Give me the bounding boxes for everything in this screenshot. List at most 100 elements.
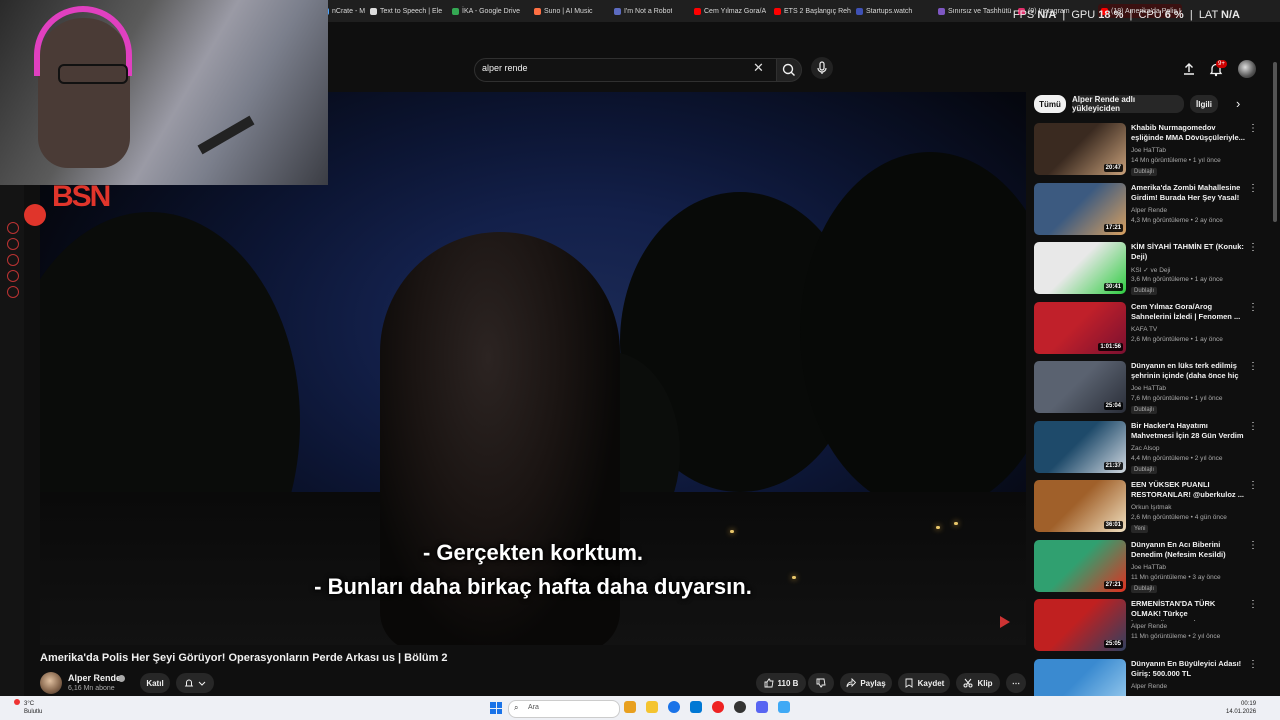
filter-chip[interactable]: İlgili — [1190, 95, 1218, 113]
recommended-video-title[interactable]: Khabib Nurmagomedov eşliğinde MMA Dövüşç… — [1131, 123, 1245, 143]
edge-icon[interactable] — [668, 701, 680, 713]
recommended-channel-name: KAFA TV — [1131, 325, 1158, 333]
like-button[interactable]: 110 B — [756, 673, 806, 693]
recommended-video-title[interactable]: Dünyanın en lüks terk edilmiş şehrinin i… — [1131, 361, 1245, 383]
avatar[interactable] — [40, 672, 62, 694]
recommended-video-title[interactable]: Bir Hacker'a Hayatımı Mahvetmesi İçin 28… — [1131, 421, 1245, 441]
video-thumbnail[interactable]: 21:37 — [1034, 420, 1126, 473]
browser-tab[interactable]: Sınırsız ve Tashhütü — [938, 4, 1011, 18]
more-options-icon[interactable]: ⋮ — [1248, 421, 1258, 432]
filter-chip[interactable]: Alper Rende adlı yükleyiciden — [1072, 95, 1184, 113]
browser-tab[interactable]: Text to Speech | Ele — [370, 4, 442, 18]
recommended-video[interactable]: 30:41 KİM SİYAHİ TAHMİN ET (Konuk: Deji) K… — [1034, 242, 1270, 298]
join-button[interactable]: Katıl — [140, 673, 170, 693]
video-thumbnail[interactable]: 36:01 — [1034, 480, 1126, 532]
recommended-video[interactable]: 27:21 Dünyanın En Acı Biberini Denedim (N… — [1034, 539, 1270, 596]
recommended-video[interactable]: 25:05 ERMENİSTAN'DA TÜRK OLMAK! Türkçe ko… — [1034, 599, 1270, 655]
more-options-icon[interactable]: ⋮ — [1248, 242, 1258, 253]
recommended-video[interactable]: 20:47 Khabib Nurmagomedov eşliğinde MMA D… — [1034, 123, 1270, 179]
video-thumbnail[interactable]: 30:41 — [1034, 242, 1126, 294]
more-options-icon[interactable]: ⋮ — [1248, 480, 1258, 491]
store-icon[interactable] — [690, 701, 702, 713]
video-thumbnail[interactable]: 1:01:56 — [1034, 301, 1126, 354]
weather-widget[interactable]: 3°C Bulutlu — [24, 700, 42, 716]
upload-icon[interactable] — [1181, 61, 1197, 77]
recommended-video-title[interactable]: Amerika'da Zombi Mahallesine Girdim! Bur… — [1131, 183, 1245, 205]
recommended-video-title[interactable]: EEN YÜKSEK PUANLI RESTORANLAR! @uberkulo… — [1131, 480, 1245, 500]
duration-badge: 27:21 — [1103, 580, 1123, 589]
more-actions-button[interactable]: ⋯ — [1006, 673, 1026, 693]
video-thumbnail[interactable]: 25:04 — [1034, 361, 1126, 413]
save-button[interactable]: Kaydet — [898, 673, 950, 693]
filter-chip[interactable]: Tümü — [1034, 95, 1066, 113]
dislike-button[interactable] — [808, 673, 834, 693]
recommended-video-title[interactable]: ERMENİSTAN'DA TÜRK OLMAK! Türkçe konuştu… — [1131, 599, 1245, 621]
recommended-video[interactable]: 21:37 Bir Hacker'a Hayatımı Mahvetmesi İç… — [1034, 420, 1270, 477]
dubbed-badge: Dublajlı — [1131, 168, 1158, 176]
taskbar-app-icon[interactable] — [778, 701, 790, 713]
video-thumbnail[interactable]: 20:47 — [1034, 123, 1126, 175]
search-query[interactable]: alper rende — [482, 63, 528, 73]
recommended-video[interactable]: 36:01 EEN YÜKSEK PUANLI RESTORANLAR! @ube… — [1034, 480, 1270, 536]
recommended-video-title[interactable]: Dünyanın En Acı Biberini Denedim (Nefesi… — [1131, 540, 1245, 560]
recommended-video[interactable]: 1:01:56 Cem Yılmaz Gora/Arog Sahnelerini … — [1034, 301, 1270, 358]
clear-search-icon[interactable]: ✕ — [753, 61, 764, 75]
browser-tab[interactable]: Cem Yılmaz Gora/A — [694, 4, 766, 18]
chevron-right-icon[interactable]: › — [1236, 96, 1240, 111]
clip-button[interactable]: Klip — [956, 673, 1000, 693]
windows-start-icon[interactable] — [490, 702, 502, 714]
taskbar-app-icon[interactable] — [624, 701, 636, 713]
more-options-icon[interactable]: ⋮ — [1248, 123, 1258, 134]
share-button[interactable]: Paylaş — [840, 673, 892, 693]
fps-label: FPS — [1012, 9, 1035, 21]
browser-tab[interactable]: Suno | AI Music — [534, 4, 593, 18]
sidebar-app-icon[interactable] — [7, 270, 19, 282]
save-label: Kaydet — [917, 678, 945, 688]
taskbar-search-placeholder: Ara — [528, 704, 539, 711]
discord-icon[interactable] — [756, 701, 768, 713]
sidebar-app-icon[interactable] — [7, 222, 19, 234]
weather-temp: 3°C — [24, 701, 35, 707]
tab-label: Text to Speech | Ele — [380, 7, 443, 15]
browser-tab[interactable]: nCrate - M — [322, 4, 365, 18]
browser-tab[interactable]: I'm Not a Robot — [614, 4, 672, 18]
browser-tab[interactable]: ETS 2 Başlangıç Reh — [774, 4, 851, 18]
recommended-video-title[interactable]: Dünyanın En Büyüleyici Adası! Giriş: 500… — [1131, 659, 1245, 679]
recommended-video-title[interactable]: KİM SİYAHİ TAHMİN ET (Konuk: Deji) — [1131, 242, 1245, 262]
obs-icon[interactable] — [734, 701, 746, 713]
recommended-video[interactable]: 25:04 Dünyanın en lüks terk edilmiş şehri… — [1034, 361, 1270, 417]
scrollbar[interactable] — [1273, 62, 1277, 222]
webcam-person — [58, 64, 128, 84]
sidebar-app-icon[interactable] — [7, 286, 19, 298]
more-options-icon[interactable]: ⋮ — [1248, 183, 1258, 194]
search-button[interactable] — [776, 58, 802, 82]
recommended-video-title[interactable]: Cem Yılmaz Gora/Arog Sahnelerini İzledi … — [1131, 302, 1245, 322]
more-options-icon[interactable]: ⋮ — [1248, 659, 1258, 670]
recommended-channel-name: Alper Rende — [1131, 206, 1168, 214]
recommended-video[interactable]: 17:21 Amerika'da Zombi Mahallesine Girdim… — [1034, 182, 1270, 239]
file-explorer-icon[interactable] — [646, 701, 658, 713]
more-options-icon[interactable]: ⋮ — [1248, 361, 1258, 372]
recommended-video-meta: 2,6 Mn görüntüleme • 4 gün önce — [1131, 514, 1227, 521]
video-thumbnail[interactable]: 25:05 — [1034, 599, 1126, 651]
avatar[interactable] — [1238, 60, 1256, 78]
video-thumbnail[interactable]: 17:21 — [1034, 182, 1126, 235]
more-options-icon[interactable]: ⋮ — [1248, 540, 1258, 551]
microphone-arm — [197, 115, 255, 155]
browser-tab[interactable]: Startups.watch — [856, 4, 912, 18]
channel-name[interactable]: Alper Rende — [68, 673, 121, 683]
subscribe-notification-button[interactable] — [176, 673, 214, 693]
voice-search-button[interactable] — [811, 57, 833, 79]
browser-tab[interactable]: İKA - Google Drive — [452, 4, 520, 18]
sidebar-app-icon[interactable] — [7, 238, 19, 250]
taskbar-clock[interactable]: 00:19 14.01.2026 — [1226, 700, 1256, 716]
sidebar-app-icon[interactable] — [7, 254, 19, 266]
bell-icon — [184, 679, 194, 687]
video-scene — [800, 152, 1026, 512]
more-options-icon[interactable]: ⋮ — [1248, 302, 1258, 313]
taskbar-search-input[interactable] — [508, 700, 620, 718]
recommended-video-meta: 11 Mn görüntüleme • 3 ay önce — [1131, 573, 1221, 581]
video-thumbnail[interactable]: 27:21 — [1034, 539, 1126, 592]
more-options-icon[interactable]: ⋮ — [1248, 599, 1258, 610]
opera-icon[interactable] — [712, 701, 724, 713]
